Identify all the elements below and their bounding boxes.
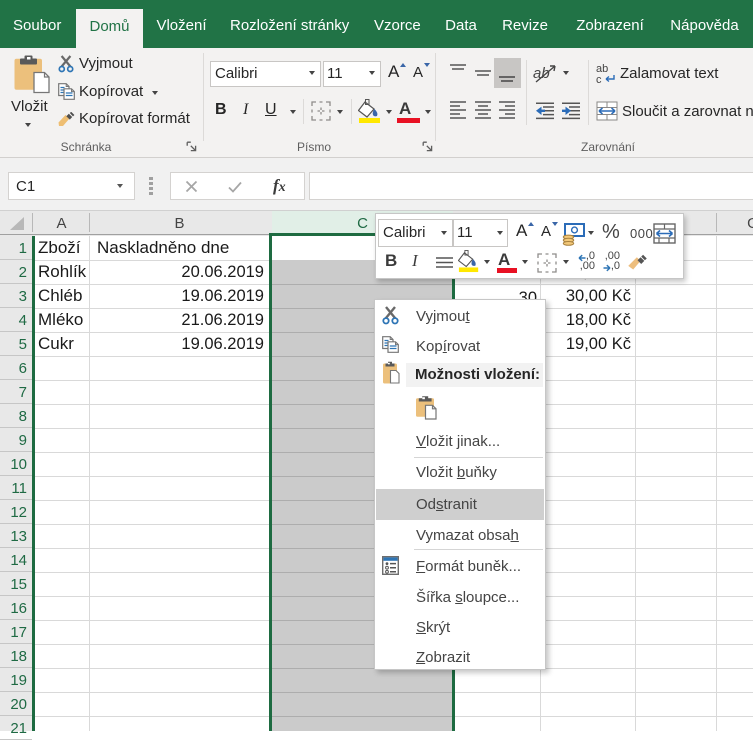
svg-text:c: c xyxy=(596,74,602,85)
svg-text:ab: ab xyxy=(533,65,550,82)
